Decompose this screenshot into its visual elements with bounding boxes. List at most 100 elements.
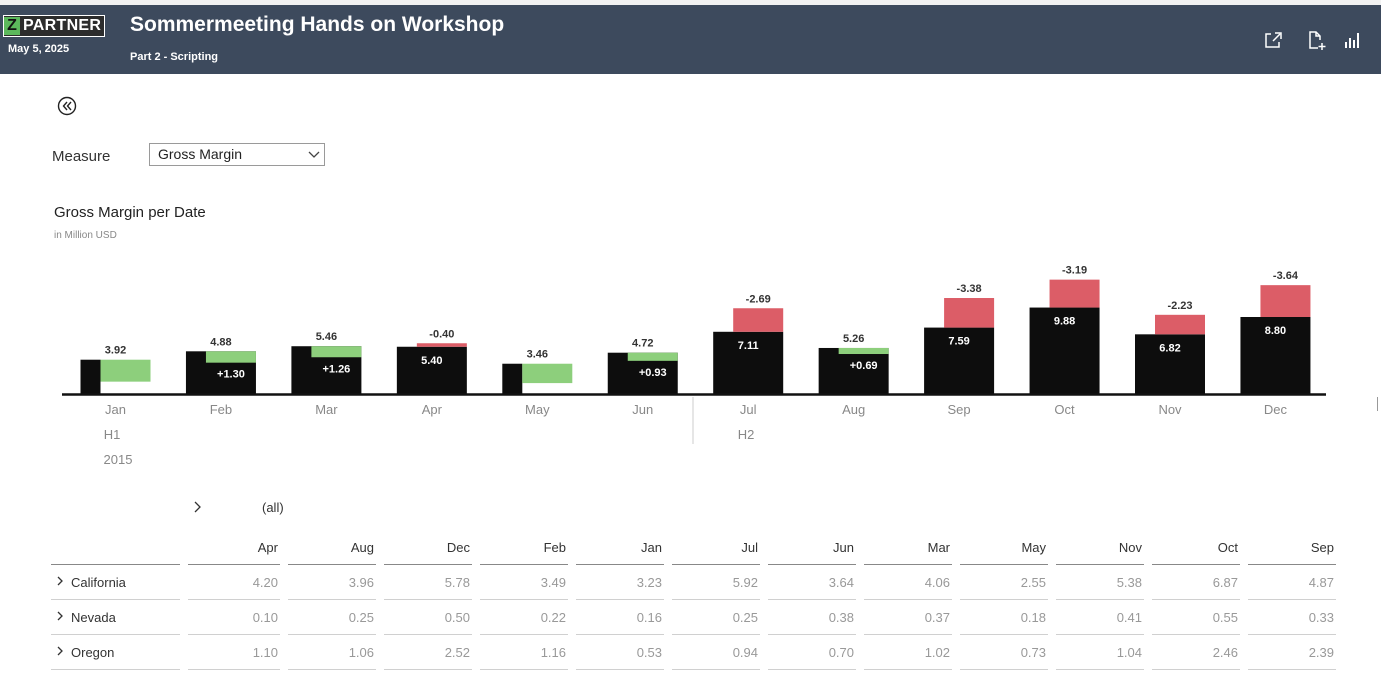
column-header[interactable]: Aug	[288, 530, 376, 565]
row-expander[interactable]: Nevada	[51, 600, 180, 635]
add-page-icon[interactable]	[1305, 29, 1327, 51]
variance-label: -3.38	[957, 283, 982, 295]
column-header[interactable]: Jul	[672, 530, 760, 565]
table-cell: 1.04	[1056, 635, 1144, 670]
table-cell: 0.73	[960, 635, 1048, 670]
table-row: Oregon 1.10 1.06 2.52 1.16 0.53 0.94 0.70 1.02 0.…	[51, 635, 1336, 670]
gross-margin-chart: 3.92 Jan 4.88 +1.30 Feb 5.46 +1.26 Mar 5.40 -0.40…	[62, 265, 1326, 467]
variance-label: +1.30	[217, 369, 245, 381]
table-cell: 1.16	[480, 635, 568, 670]
table-cell: 5.78	[384, 565, 472, 600]
double-chevron-left-icon	[57, 96, 77, 116]
share-icon[interactable]	[1262, 29, 1284, 51]
column-header[interactable]: Mar	[864, 530, 952, 565]
data-label: 3.92	[105, 345, 126, 357]
table-cell: 0.25	[672, 600, 760, 635]
bar-base	[502, 363, 523, 394]
page-subtitle: Part 2 - Scripting	[130, 51, 219, 63]
page-title: Sommermeeting Hands on Workshop	[130, 13, 505, 36]
row-label: Nevada	[71, 609, 116, 625]
table-cell: 0.41	[1056, 600, 1144, 635]
group-label: H1	[104, 427, 121, 442]
table-cell: 0.22	[480, 600, 568, 635]
table-cell: 0.38	[768, 600, 856, 635]
data-table: Apr Aug Dec Feb Jan Jul Jun Mar May Nov Oct Sep Cal…	[43, 530, 1344, 670]
bar-variance	[416, 343, 467, 347]
table-cell: 1.02	[864, 635, 952, 670]
bar-variance	[311, 346, 362, 358]
table-cell: 0.25	[288, 600, 376, 635]
scrollbar[interactable]	[1377, 397, 1381, 411]
table-cell: 3.96	[288, 565, 376, 600]
column-header[interactable]: Feb	[480, 530, 568, 565]
table-cell: 4.20	[188, 565, 280, 600]
variance-label: -3.64	[1273, 270, 1299, 282]
data-label: 7.11	[738, 340, 759, 352]
table-cell: 3.49	[480, 565, 568, 600]
chevron-right-icon	[55, 575, 65, 590]
table-cell: 0.50	[384, 600, 472, 635]
table-corner-header	[51, 530, 180, 565]
bar-variance	[522, 363, 573, 384]
table-cell: 5.92	[672, 565, 760, 600]
table-cell: 2.46	[1152, 635, 1240, 670]
data-label: 8.80	[1265, 325, 1286, 337]
column-header[interactable]: May	[960, 530, 1048, 565]
variance-label: -3.19	[1062, 265, 1087, 277]
table-cell: 1.06	[288, 635, 376, 670]
column-header[interactable]: Jun	[768, 530, 856, 565]
measure-dropdown-value: Gross Margin	[158, 146, 243, 162]
row-expander[interactable]: Oregon	[51, 635, 180, 670]
table-cell: 2.39	[1248, 635, 1336, 670]
x-tick-label: Jan	[105, 402, 126, 417]
bar-variance	[838, 347, 889, 355]
bar-variance	[1049, 279, 1100, 308]
data-label: 6.82	[1159, 342, 1180, 354]
table-cell: 0.55	[1152, 600, 1240, 635]
partner-logo: Z PARTNER	[3, 15, 106, 37]
variance-label: +0.93	[639, 367, 667, 379]
bar-variance	[100, 359, 151, 382]
bar-variance	[205, 351, 256, 363]
column-header[interactable]: Sep	[1248, 530, 1336, 565]
table-cell: 0.37	[864, 600, 952, 635]
x-tick-label: Feb	[210, 402, 232, 417]
data-label: 4.72	[632, 338, 653, 350]
table-cell: 0.33	[1248, 600, 1336, 635]
row-label: Oregon	[71, 644, 115, 660]
data-label: 5.26	[843, 333, 864, 345]
variance-label: +1.26	[322, 363, 350, 375]
table-cell: 2.52	[384, 635, 472, 670]
table-expand-button[interactable]	[190, 499, 204, 515]
x-tick-label: Jun	[632, 402, 653, 417]
bar-base	[80, 359, 101, 394]
group-label: H2	[738, 427, 755, 442]
back-button[interactable]	[57, 96, 77, 116]
column-header[interactable]: Dec	[384, 530, 472, 565]
table-cell: 0.94	[672, 635, 760, 670]
data-label: 5.46	[316, 331, 337, 343]
x-tick-label: Nov	[1158, 402, 1182, 417]
column-header[interactable]: Oct	[1152, 530, 1240, 565]
measure-label: Measure	[52, 148, 111, 165]
data-label: 5.40	[421, 355, 442, 367]
chart-icon[interactable]	[1342, 29, 1364, 51]
x-tick-label: Sep	[948, 402, 971, 417]
table-cell: 3.64	[768, 565, 856, 600]
column-header[interactable]: Apr	[188, 530, 280, 565]
x-tick-label: Dec	[1264, 402, 1288, 417]
table-row: California 4.20 3.96 5.78 3.49 3.23 5.92 3.64 4.…	[51, 565, 1336, 600]
chevron-right-icon	[194, 501, 201, 513]
variance-label: -2.69	[746, 293, 771, 305]
row-expander[interactable]: California	[51, 565, 180, 600]
table-cell: 0.70	[768, 635, 856, 670]
x-tick-label: Mar	[315, 402, 338, 417]
row-label: California	[71, 574, 126, 590]
table-row: Nevada 0.10 0.25 0.50 0.22 0.16 0.25 0.38 0.37 0.…	[51, 600, 1336, 635]
column-header[interactable]: Jan	[576, 530, 664, 565]
measure-dropdown[interactable]: Gross Margin	[149, 143, 325, 166]
column-header[interactable]: Nov	[1056, 530, 1144, 565]
table-cell: 1.10	[188, 635, 280, 670]
data-label: 7.59	[948, 336, 969, 348]
table-cell: 2.55	[960, 565, 1048, 600]
